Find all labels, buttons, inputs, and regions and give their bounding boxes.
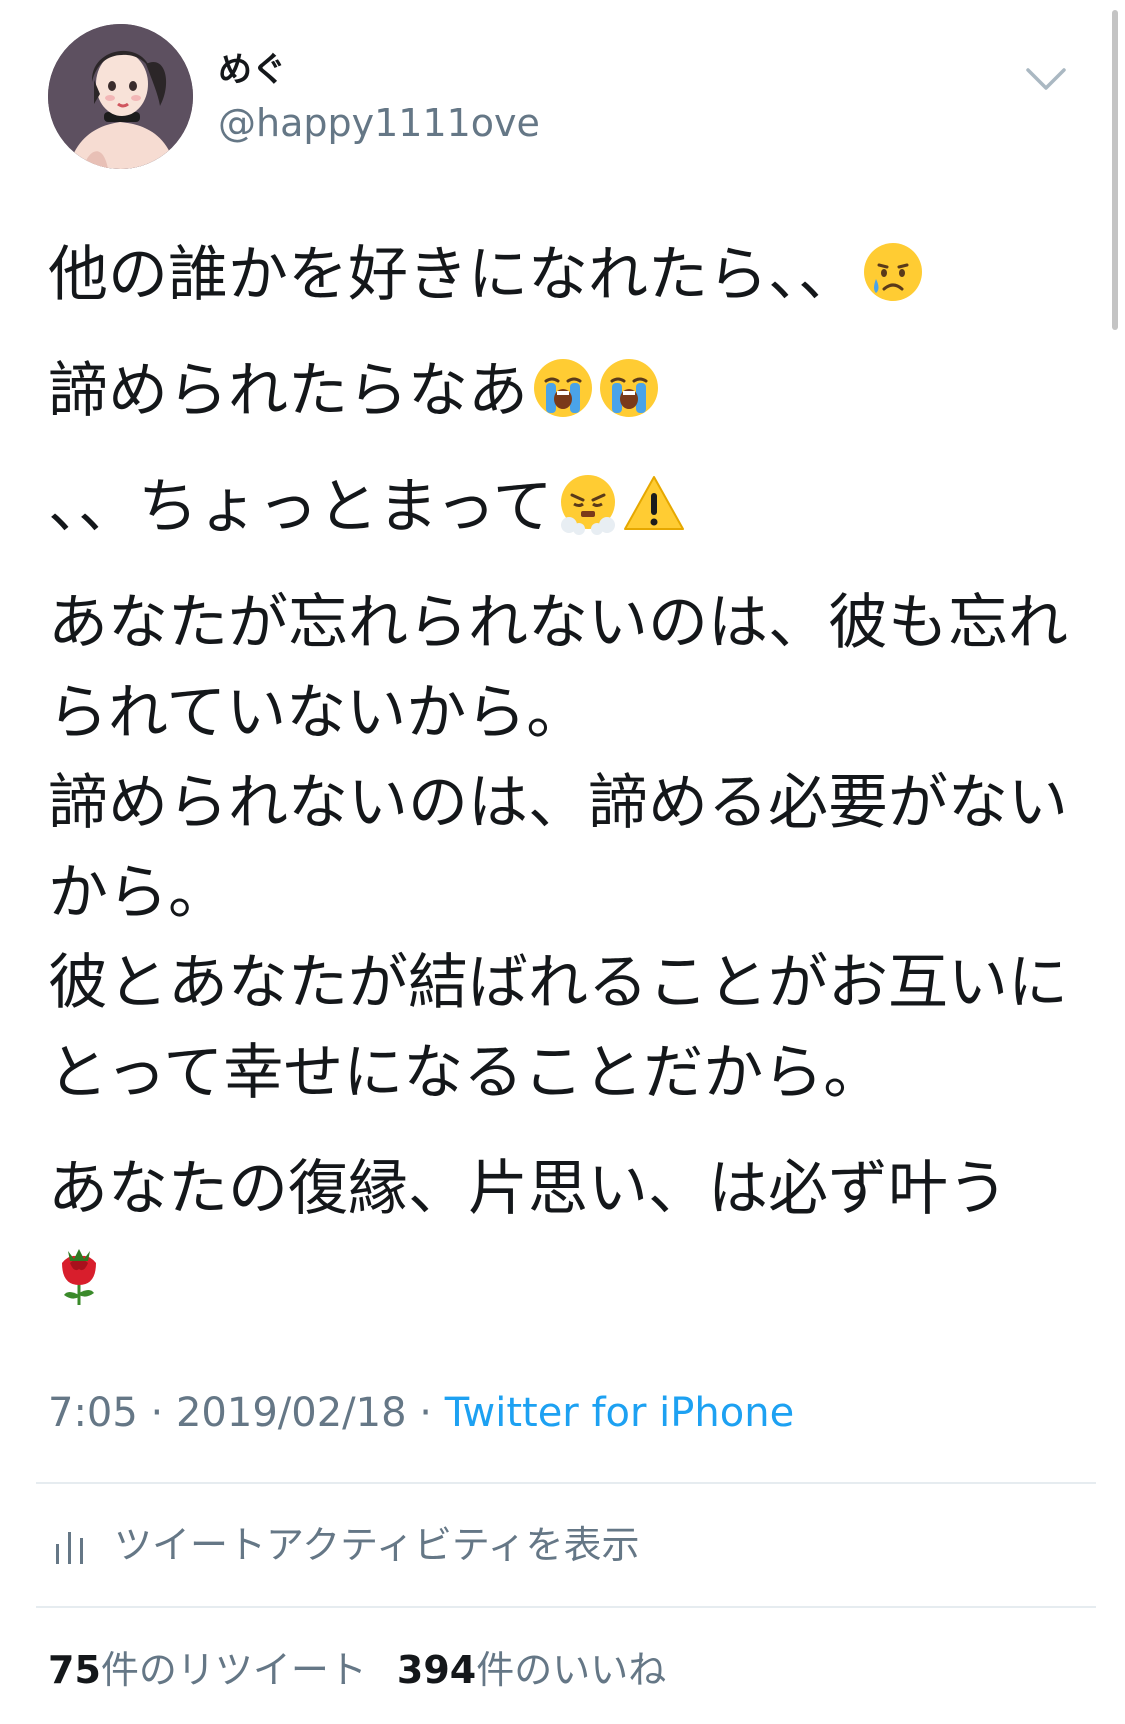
meta-separator: · xyxy=(137,1390,176,1436)
user-avatar[interactable] xyxy=(48,24,193,169)
tweet-line: 、、ちょっとまって xyxy=(48,462,1078,552)
tweet-text-segment: 、、ちょっとまって xyxy=(48,472,553,542)
rose-icon xyxy=(48,1242,110,1305)
tweet-line: 諦められたらなあ xyxy=(48,346,1078,436)
scrollbar[interactable] xyxy=(1112,10,1118,330)
divider xyxy=(36,1482,1096,1484)
display-name[interactable]: めぐ xyxy=(218,50,286,90)
tweet-date: 2019/02/18 xyxy=(175,1390,407,1436)
tweet-text-segment: 他の誰かを好きになれたら、、 xyxy=(48,240,858,310)
tweet-text: 他の誰かを好きになれたら、、 諦められたらなあ 、、ちょっとまって あなたが忘れ… xyxy=(48,230,1078,1350)
user-handle[interactable]: @happy1111ove xyxy=(218,100,540,146)
meta-separator: · xyxy=(406,1390,445,1436)
divider xyxy=(36,1606,1096,1608)
tweet-time: 7:05 xyxy=(48,1390,138,1436)
tweet-line: 他の誰かを好きになれたら、、 xyxy=(48,230,1078,320)
tweet-source-link[interactable]: Twitter for iPhone xyxy=(445,1390,795,1436)
tweet-line: あなたの復縁、片思い、は必ず叶う xyxy=(48,1144,1078,1324)
retweets-stat[interactable]: 75件のリツイート xyxy=(48,1648,367,1692)
retweets-label: 件のリツイート xyxy=(100,1648,367,1692)
tweet-paragraph: あなたが忘れられないのは、彼も忘れられていないから。 諦められないのは、諦める必… xyxy=(48,588,1068,1108)
tweet-activity-button[interactable]: ツイートアクティビティを表示 xyxy=(52,1515,640,1575)
tweet-stats: 75件のリツイート 394件のいいね xyxy=(48,1640,666,1700)
retweets-count: 75 xyxy=(48,1648,101,1692)
loudly-crying-face-icon xyxy=(532,354,594,417)
warning-icon xyxy=(623,470,685,532)
tweet-meta: 7:05 · 2019/02/18 · Twitter for iPhone xyxy=(48,1388,794,1438)
avatar-illustration-icon xyxy=(48,24,193,169)
tweet-activity-label: ツイートアクティビティを表示 xyxy=(114,1523,640,1567)
likes-stat[interactable]: 394件のいいね xyxy=(397,1648,666,1692)
chevron-down-icon[interactable] xyxy=(1024,64,1068,94)
crying-face-icon xyxy=(862,238,924,301)
tweet-text-segment: あなたの復縁、片思い、は必ず叶う xyxy=(48,1154,1008,1224)
likes-label: 件のいいね xyxy=(476,1648,667,1692)
tweet-header: めぐ @happy1111ove xyxy=(48,24,1078,174)
face-with-steam-icon xyxy=(557,470,619,535)
likes-count: 394 xyxy=(396,1648,477,1692)
tweet-text-segment: 諦められたらなあ xyxy=(48,356,528,426)
analytics-icon xyxy=(52,1523,88,1564)
loudly-crying-face-icon xyxy=(598,354,660,417)
